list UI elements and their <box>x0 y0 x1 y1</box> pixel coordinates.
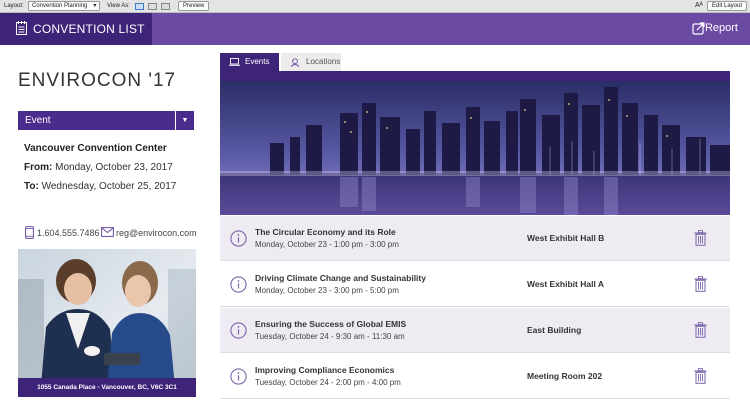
report-button[interactable]: Report <box>705 22 738 34</box>
app-header: CONVENTION LIST Report <box>0 13 750 45</box>
to-date-row: To: Wednesday, October 25, 2017 <box>24 181 176 192</box>
event-row[interactable]: The Circular Economy and its Role Monday… <box>220 216 730 261</box>
tab-locations[interactable]: Locations <box>281 53 341 71</box>
event-room: East Building <box>527 325 582 335</box>
export-icon[interactable] <box>692 21 706 35</box>
form-view-icon[interactable] <box>135 3 144 10</box>
event-title: Improving Compliance Economics <box>255 365 395 375</box>
font-size-icon[interactable]: Aᴬ <box>695 2 703 9</box>
app-title: CONVENTION LIST <box>33 22 145 36</box>
event-time: Tuesday, October 24 - 9:30 am - 11:30 am <box>255 332 405 341</box>
tab-events[interactable]: Events <box>220 53 279 71</box>
location-pin-icon <box>290 58 300 67</box>
phone-number[interactable]: 1.604.555.7486 <box>37 228 100 238</box>
event-select[interactable]: Event <box>18 111 175 130</box>
tab-events-label: Events <box>245 57 270 66</box>
from-date: Monday, October 23, 2017 <box>55 162 173 173</box>
envelope-icon <box>101 227 114 237</box>
skyline-image <box>220 81 730 215</box>
list-view-icon[interactable] <box>148 3 157 10</box>
tab-locations-label: Locations <box>306 57 341 66</box>
chevron-down-icon[interactable]: ▼ <box>176 111 194 130</box>
info-circle-icon[interactable] <box>230 322 247 339</box>
chevron-down-icon: ▾ <box>93 3 97 9</box>
event-time: Tuesday, October 24 - 2:00 pm - 4:00 pm <box>255 378 401 387</box>
event-title: The Circular Economy and its Role <box>255 227 396 237</box>
laptop-icon <box>229 58 240 66</box>
venue-name: Vancouver Convention Center <box>24 143 167 154</box>
email-address[interactable]: reg@envirocon.com <box>116 228 197 238</box>
trash-icon[interactable] <box>694 368 707 384</box>
attendees-photo <box>18 249 196 397</box>
event-time: Monday, October 23 - 1:00 pm - 3:00 pm <box>255 240 399 249</box>
layout-toolbar: Layout: Convention Planning ▾ View As: P… <box>0 0 750 13</box>
tab-content-bar <box>220 71 730 81</box>
info-circle-icon[interactable] <box>230 230 247 247</box>
preview-button[interactable]: Preview <box>178 1 210 11</box>
view-as-label: View As: <box>107 3 130 9</box>
event-room: Meeting Room 202 <box>527 371 603 381</box>
info-circle-icon[interactable] <box>230 276 247 293</box>
event-row[interactable]: Driving Climate Change and Sustainabilit… <box>220 262 730 307</box>
info-circle-icon[interactable] <box>230 368 247 385</box>
from-label: From: <box>24 162 53 173</box>
from-date-row: From: Monday, October 23, 2017 <box>24 162 173 173</box>
trash-icon[interactable] <box>694 230 707 246</box>
event-room: West Exhibit Hall B <box>527 233 605 243</box>
trash-icon[interactable] <box>694 276 707 292</box>
event-title: Ensuring the Success of Global EMIS <box>255 319 407 329</box>
event-row[interactable]: Ensuring the Success of Global EMIS Tues… <box>220 308 730 353</box>
table-view-icon[interactable] <box>161 3 170 10</box>
event-time: Monday, October 23 - 3:00 pm - 5:00 pm <box>255 286 399 295</box>
event-row[interactable]: Improving Compliance Economics Tuesday, … <box>220 354 730 399</box>
trash-icon[interactable] <box>694 322 707 338</box>
notepad-icon <box>16 21 27 35</box>
phone-icon <box>25 226 34 239</box>
to-date: Wednesday, October 25, 2017 <box>41 181 177 192</box>
event-room: West Exhibit Hall A <box>527 279 604 289</box>
layout-select-value: Convention Planning <box>32 3 88 9</box>
convention-photo <box>18 249 196 397</box>
venue-address: 1055 Canada Place - Vancouver, BC, V6C 3… <box>18 378 196 397</box>
edit-layout-button[interactable]: Edit Layout <box>707 1 748 11</box>
event-title: Driving Climate Change and Sustainabilit… <box>255 273 426 283</box>
convention-name: ENVIROCON '17 <box>18 70 177 91</box>
app-title-box: CONVENTION LIST <box>0 13 152 45</box>
layout-select[interactable]: Convention Planning ▾ <box>28 1 101 11</box>
layout-label: Layout: <box>4 3 24 9</box>
city-skyline-banner <box>220 81 730 215</box>
to-label: To: <box>24 181 39 192</box>
